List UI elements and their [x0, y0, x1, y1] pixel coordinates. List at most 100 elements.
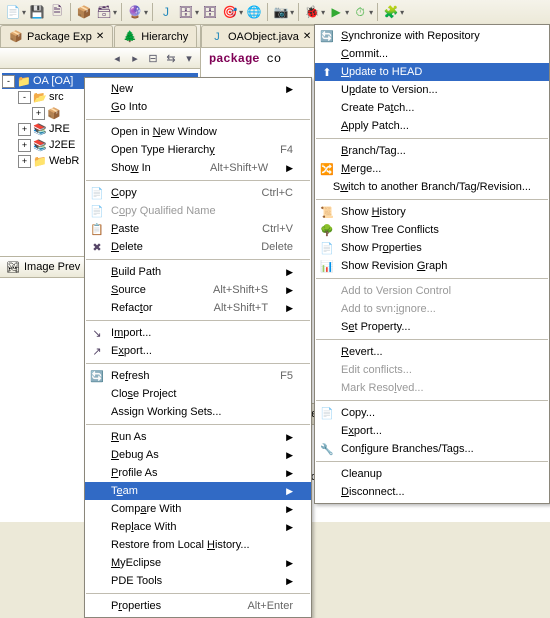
menu-item[interactable]: ↘Import...	[85, 324, 311, 342]
menu-item[interactable]: 📋PasteCtrl+V	[85, 220, 311, 238]
close-icon[interactable]: ✕	[96, 31, 104, 42]
java-file-icon: J	[210, 30, 224, 44]
submenu-arrow-icon: ▶	[286, 84, 293, 95]
menu-item-label: MyEclipse	[111, 557, 268, 569]
menu-item-accel: Alt+Shift+S	[213, 284, 268, 296]
menu-item[interactable]: Update to Version...	[315, 81, 549, 99]
server-icon[interactable]: 🗄	[177, 3, 195, 21]
link-editor-icon[interactable]: ⇆	[164, 51, 178, 65]
back-icon[interactable]: ◂	[110, 51, 124, 65]
menu-icon[interactable]: ▾	[182, 51, 196, 65]
save-all-icon[interactable]: 🗎	[48, 3, 66, 21]
j-icon[interactable]: J	[157, 3, 175, 21]
tab-package-explorer[interactable]: 📦 Package Exp ✕	[0, 25, 113, 47]
menu-item[interactable]: Assign Working Sets...	[85, 403, 311, 421]
close-icon[interactable]: ✕	[303, 31, 311, 42]
menu-item[interactable]: Go Into	[85, 98, 311, 116]
fwd-icon[interactable]: ▸	[128, 51, 142, 65]
menu-item[interactable]: 📊Show Revision Graph	[315, 257, 549, 275]
menu-item[interactable]: Commit...	[315, 45, 549, 63]
menu-item[interactable]: ↗Export...	[85, 342, 311, 360]
server2-icon[interactable]: 🗄	[201, 3, 219, 21]
menu-item[interactable]: 🔄Synchronize with Repository	[315, 27, 549, 45]
twisty-icon[interactable]: +	[18, 123, 31, 136]
menu-item-icon	[89, 99, 105, 115]
tab-hierarchy[interactable]: 🌲 Hierarchy	[114, 25, 197, 47]
menu-item[interactable]: SourceAlt+Shift+S▶	[85, 281, 311, 299]
menu-item-label: Compare With	[111, 503, 268, 515]
menu-item-icon	[89, 501, 105, 517]
menu-item-icon	[89, 519, 105, 535]
run-icon[interactable]: ▶	[327, 3, 345, 21]
menu-item[interactable]: Set Property...	[315, 318, 549, 336]
menu-item[interactable]: 📄Copy...	[315, 404, 549, 422]
menu-item-label: Configure Branches/Tags...	[341, 443, 531, 455]
menu-item[interactable]: Create Patch...	[315, 99, 549, 117]
menu-item-icon: 📜	[319, 204, 335, 220]
menu-item[interactable]: ⬆Update to HEAD	[315, 63, 549, 81]
menu-item[interactable]: Debug As▶	[85, 446, 311, 464]
src-folder-icon: 📂	[33, 90, 47, 104]
menu-item[interactable]: Apply Patch...	[315, 117, 549, 135]
package-icon: 📦	[47, 106, 61, 120]
menu-item[interactable]: Run As▶	[85, 428, 311, 446]
twisty-icon[interactable]: +	[32, 107, 45, 120]
menu-item-label: Build Path	[111, 266, 268, 278]
new-icon[interactable]: 📄	[4, 3, 22, 21]
menu-item[interactable]: New▶	[85, 80, 311, 98]
code-text: co	[259, 52, 281, 66]
profile-icon[interactable]: ⏱	[351, 3, 369, 21]
menu-item[interactable]: Revert...	[315, 343, 549, 361]
menu-item-icon	[89, 537, 105, 553]
menu-item-label: Show Revision Graph	[341, 260, 531, 272]
deploy-icon[interactable]: 🎯	[221, 3, 239, 21]
menu-item[interactable]: 📄CopyCtrl+C	[85, 184, 311, 202]
menu-item[interactable]: Switch to another Branch/Tag/Revision...	[315, 178, 549, 196]
menu-item[interactable]: ✖DeleteDelete	[85, 238, 311, 256]
menu-item[interactable]: 🔄RefreshF5	[85, 367, 311, 385]
menu-item[interactable]: Replace With▶	[85, 518, 311, 536]
menu-item[interactable]: 📄Show Properties	[315, 239, 549, 257]
menu-item[interactable]: Compare With▶	[85, 500, 311, 518]
collapse-all-icon[interactable]: ⊟	[146, 51, 160, 65]
menu-item[interactable]: Branch/Tag...	[315, 142, 549, 160]
twisty-icon[interactable]: -	[18, 91, 31, 104]
browser-icon[interactable]: 🌐	[245, 3, 263, 21]
menu-item[interactable]: Restore from Local History...	[85, 536, 311, 554]
menu-item[interactable]: Build Path▶	[85, 263, 311, 281]
camera-icon[interactable]: 📷	[272, 3, 290, 21]
menu-item[interactable]: Team▶	[85, 482, 311, 500]
twisty-icon[interactable]: -	[2, 75, 15, 88]
twisty-icon[interactable]: +	[18, 139, 31, 152]
box-open-icon[interactable]: 🗃	[95, 3, 113, 21]
menu-item[interactable]: 🔀Merge...	[315, 160, 549, 178]
menu-item[interactable]: Profile As▶	[85, 464, 311, 482]
menu-item[interactable]: 📜Show History	[315, 203, 549, 221]
menu-item[interactable]: PDE Tools▶	[85, 572, 311, 590]
wizard-icon[interactable]: 🔮	[126, 3, 144, 21]
menu-item[interactable]: Export...	[315, 422, 549, 440]
ext-icon[interactable]: 🧩	[382, 3, 400, 21]
menu-item-label: Team	[111, 485, 268, 497]
menu-item[interactable]: PropertiesAlt+Enter	[85, 597, 311, 615]
menu-item[interactable]: Close Project	[85, 385, 311, 403]
menu-item[interactable]: Show InAlt+Shift+W▶	[85, 159, 311, 177]
menu-item[interactable]: 🔧 Configure Branches/Tags...	[315, 440, 549, 458]
menu-item-icon	[89, 447, 105, 463]
menu-item[interactable]: Open in New Window	[85, 123, 311, 141]
menu-item-label: Update to Version...	[341, 84, 531, 96]
save-icon[interactable]: 💾	[28, 3, 46, 21]
menu-item[interactable]: Cleanup	[315, 465, 549, 483]
menu-item[interactable]: MyEclipse▶	[85, 554, 311, 572]
box-icon[interactable]: 📦	[75, 3, 93, 21]
twisty-icon[interactable]: +	[18, 155, 31, 168]
debug-icon[interactable]: 🐞	[303, 3, 321, 21]
pkg-explorer-header: ◂ ▸ ⊟ ⇆ ▾	[0, 48, 200, 69]
menu-item[interactable]: 🌳Show Tree Conflicts	[315, 221, 549, 239]
menu-item-icon: 🔧	[319, 441, 335, 457]
menu-item[interactable]: Disconnect...	[315, 483, 549, 501]
menu-item[interactable]: Open Type HierarchyF4	[85, 141, 311, 159]
tab-editor-file[interactable]: J OAObject.java ✕	[201, 25, 320, 47]
submenu-arrow-icon: ▶	[286, 468, 293, 479]
menu-item[interactable]: RefactorAlt+Shift+T▶	[85, 299, 311, 317]
